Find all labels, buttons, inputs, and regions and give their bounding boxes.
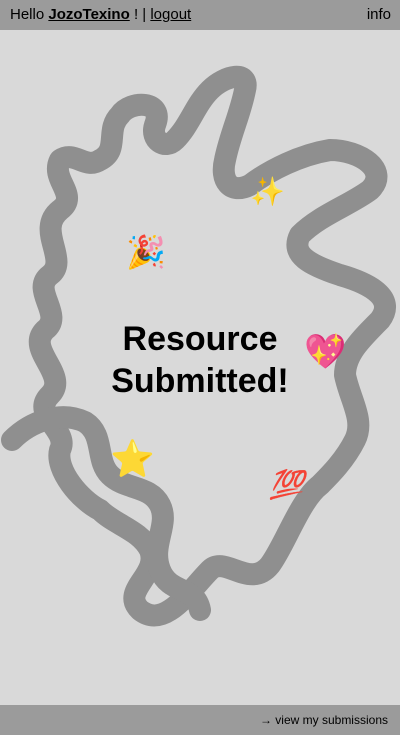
sparkles-icon: ✨: [250, 175, 285, 208]
app-root: Hello JozoTexino ! | logout info ✨ 🎉 💖 ⭐…: [0, 0, 400, 735]
greeting-separator: ! |: [133, 6, 147, 23]
star-icon: ⭐: [110, 439, 155, 480]
greeting-prefix: Hello: [10, 6, 45, 23]
success-headline: Resource Submitted!: [0, 318, 400, 402]
top-bar: Hello JozoTexino ! | logout info: [0, 0, 400, 30]
bottom-bar: → view my submissions: [0, 705, 400, 735]
view-submissions-link[interactable]: → view my submissions: [260, 705, 388, 735]
hundred-points-icon: 💯: [269, 468, 304, 501]
headline-line-2: Submitted!: [111, 362, 289, 400]
success-panel: ✨ 🎉 💖 ⭐ 💯 Resource Submitted!: [0, 30, 400, 705]
arrow-right-icon: →: [259, 713, 272, 727]
username-link[interactable]: JozoTexino: [48, 6, 129, 23]
party-popper-icon: 🎉: [126, 233, 166, 271]
logout-link[interactable]: logout: [150, 6, 191, 23]
headline-line-1: Resource: [122, 320, 278, 358]
info-link[interactable]: info: [367, 0, 391, 30]
view-submissions-label: view my submissions: [275, 713, 388, 727]
greeting: Hello JozoTexino ! | logout: [10, 0, 191, 30]
